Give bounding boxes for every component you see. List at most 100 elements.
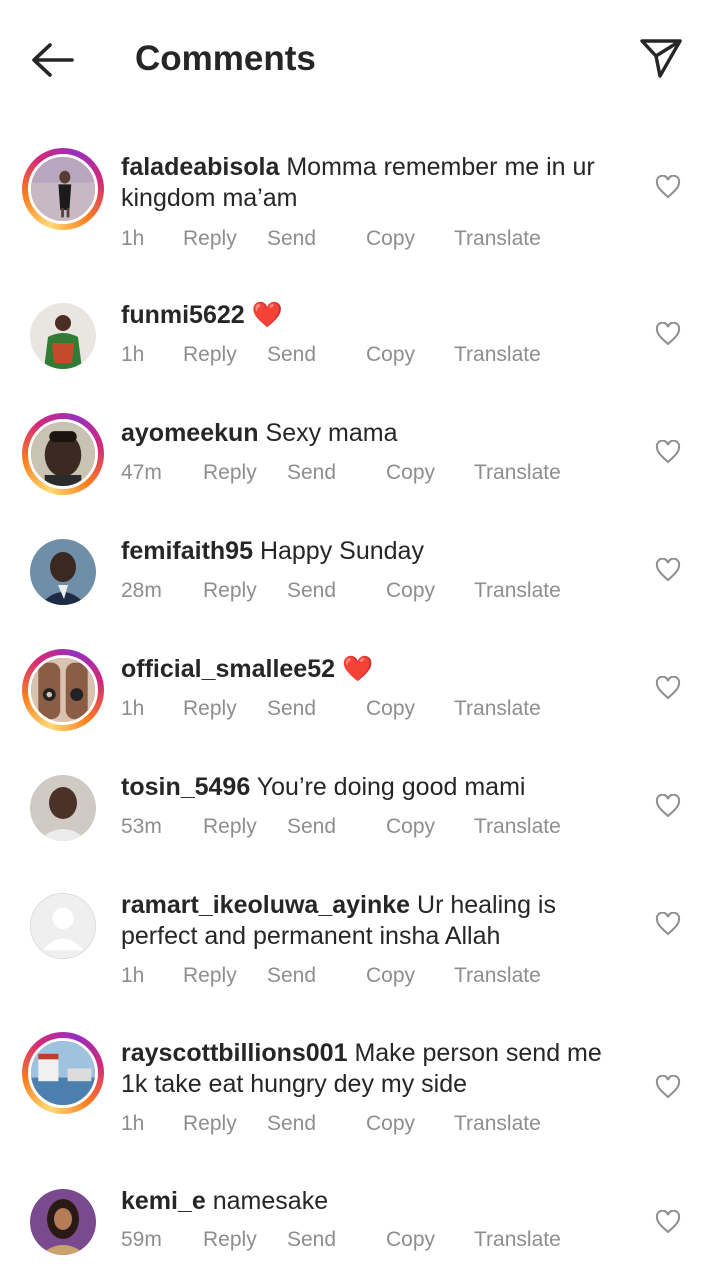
comment-item: faladeabisola Momma remember me in ur ki… [0,118,720,250]
comment-username[interactable]: ayomeekun [121,419,259,447]
comment-time: 28m [121,579,162,602]
send-button[interactable]: Send [287,461,336,485]
comment-time: 53m [121,815,162,838]
translate-button[interactable]: Translate [474,461,561,485]
comment-username[interactable]: rayscottbillions001 [121,1039,347,1067]
like-button[interactable] [655,793,681,818]
like-button[interactable] [655,557,681,582]
avatar-container[interactable] [22,295,104,377]
avatar [28,419,98,489]
story-ring[interactable] [22,413,104,495]
copy-button[interactable]: Copy [366,964,415,988]
comment-username[interactable]: faladeabisola [121,153,279,181]
comment-text: ramart_ikeoluwa_ayinke Ur healing is per… [121,890,621,952]
comment-text: official_smallee52 ❤️ [121,654,621,685]
comment-username[interactable]: tosin_5496 [121,773,250,801]
avatar [30,893,96,959]
copy-button[interactable]: Copy [366,697,415,721]
copy-button[interactable]: Copy [386,1228,435,1252]
paper-plane-icon [640,39,682,78]
reply-button[interactable]: Reply [183,964,237,988]
reply-button[interactable]: Reply [183,227,237,251]
translate-button[interactable]: Translate [474,1228,561,1252]
comment-text: faladeabisola Momma remember me in ur ki… [121,152,621,214]
copy-button[interactable]: Copy [386,579,435,603]
comment-body: namesake [212,1187,329,1215]
comment-time: 1h [121,227,145,250]
heart-outline-icon [655,1074,681,1099]
comment-text: rayscottbillions001 Make person send me … [121,1038,621,1100]
comment-text: kemi_e namesake [121,1186,621,1217]
heart-outline-icon [655,174,681,199]
translate-button[interactable]: Translate [454,964,541,988]
comment-text: ayomeekun Sexy mama [121,418,621,449]
like-button[interactable] [655,1209,681,1234]
copy-button[interactable]: Copy [366,343,415,367]
reply-button[interactable]: Reply [183,697,237,721]
share-button[interactable] [638,36,684,80]
comment-item: femifaith95 Happy Sunday 28m Reply Send … [0,500,720,618]
translate-button[interactable]: Translate [474,815,561,839]
avatar-container[interactable] [22,1181,104,1263]
comment-time: 1h [121,964,145,987]
like-button[interactable] [655,321,681,346]
avatar-container[interactable] [22,885,104,967]
story-ring[interactable] [22,148,104,230]
send-button[interactable]: Send [287,815,336,839]
heart-outline-icon [655,793,681,818]
like-button[interactable] [655,439,681,464]
comment-username[interactable]: femifaith95 [121,537,253,565]
comment-item: ramart_ikeoluwa_ayinke Ur healing is per… [0,854,720,1002]
avatar-container[interactable] [22,531,104,613]
send-button[interactable]: Send [267,964,316,988]
reply-button[interactable]: Reply [183,343,237,367]
send-button[interactable]: Send [267,697,316,721]
comment-body: ❤️ [341,655,374,683]
send-button[interactable]: Send [287,1228,336,1252]
comment-time: 47m [121,461,162,484]
translate-button[interactable]: Translate [454,343,541,367]
reply-button[interactable]: Reply [203,1228,257,1252]
translate-button[interactable]: Translate [454,1112,541,1136]
comment-time: 1h [121,697,145,720]
avatar-container[interactable] [22,767,104,849]
like-button[interactable] [655,1074,681,1099]
comment-item: rayscottbillions001 Make person send me … [0,1002,720,1150]
copy-button[interactable]: Copy [386,815,435,839]
send-button[interactable]: Send [267,1112,316,1136]
copy-button[interactable]: Copy [366,227,415,251]
comment-body: ❤️ [251,301,283,329]
translate-button[interactable]: Translate [454,697,541,721]
comment-item: ayomeekun Sexy mama 47m Reply Send Copy … [0,382,720,500]
comment-body: You’re doing good mami [256,773,526,801]
reply-button[interactable]: Reply [183,1112,237,1136]
like-button[interactable] [655,675,681,700]
comment-username[interactable]: funmi5622 [121,301,245,329]
story-ring[interactable] [22,1032,104,1114]
like-button[interactable] [655,174,681,199]
translate-button[interactable]: Translate [474,579,561,603]
back-button[interactable] [28,40,76,80]
like-button[interactable] [655,911,681,936]
reply-button[interactable]: Reply [203,815,257,839]
comment-text: tosin_5496 You’re doing good mami [121,772,621,803]
story-ring[interactable] [22,649,104,731]
send-button[interactable]: Send [287,579,336,603]
copy-button[interactable]: Copy [386,461,435,485]
comment-item: kemi_e namesake 59m Reply Send Copy Tran… [0,1150,720,1280]
comment-username[interactable]: ramart_ikeoluwa_ayinke [121,891,410,919]
send-button[interactable]: Send [267,343,316,367]
comment-username[interactable]: kemi_e [121,1187,206,1215]
comment-username[interactable]: official_smallee52 [121,655,335,683]
arrow-left-icon [32,43,74,77]
reply-button[interactable]: Reply [203,579,257,603]
avatar [30,539,96,605]
copy-button[interactable]: Copy [366,1112,415,1136]
heart-outline-icon [655,557,681,582]
comment-body: Sexy mama [265,419,398,447]
comment-list: faladeabisola Momma remember me in ur ki… [0,118,720,1255]
reply-button[interactable]: Reply [203,461,257,485]
send-button[interactable]: Send [267,227,316,251]
page-title: Comments [135,39,316,78]
translate-button[interactable]: Translate [454,227,541,251]
